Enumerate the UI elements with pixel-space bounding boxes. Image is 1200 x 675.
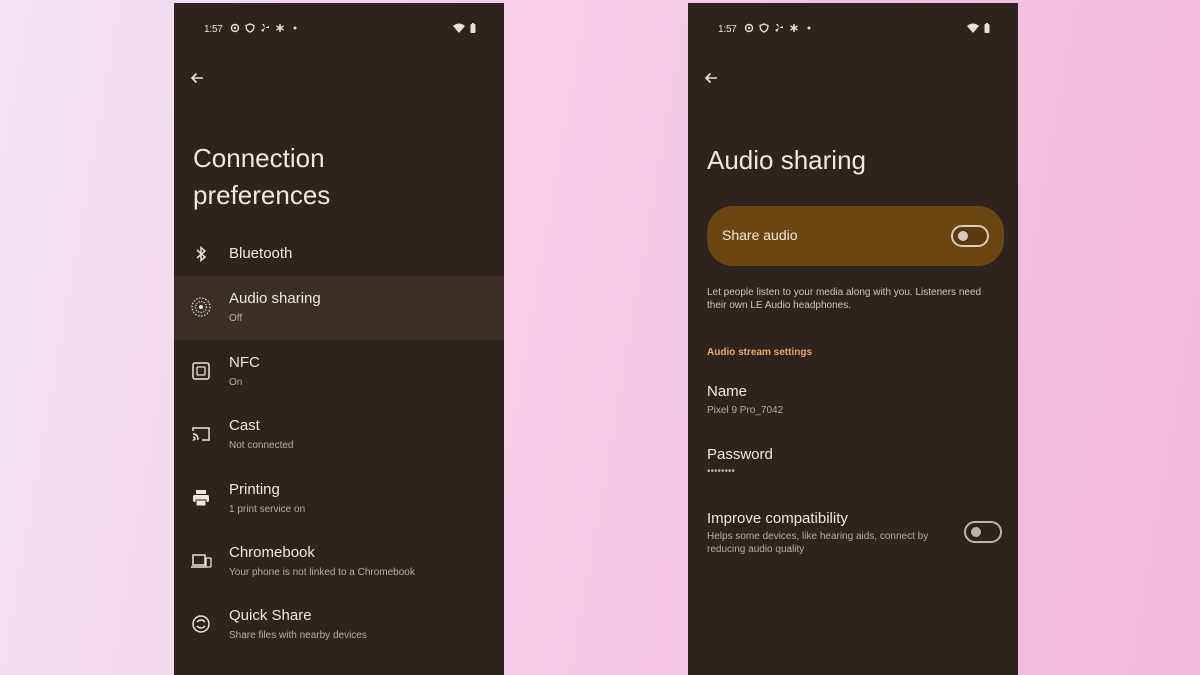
- share-audio-toggle[interactable]: [951, 225, 989, 247]
- status-bar: 1:57: [718, 23, 990, 39]
- stream-name-label: Name: [707, 383, 748, 400]
- settings-status-icon: [744, 23, 754, 33]
- status-time: 1:57: [718, 24, 737, 35]
- page-title: Connection preferences: [193, 140, 330, 214]
- settings-item-quick-share[interactable]: Quick Share Share files with nearby devi…: [174, 593, 504, 657]
- settings-item-summary: Not connected: [229, 440, 294, 451]
- improve-compatibility-summary: Helps some devices, like hearing aids, c…: [707, 531, 929, 555]
- stream-password-value: ••••••••: [707, 466, 736, 477]
- share-audio-label: Share audio: [722, 227, 798, 243]
- shield-status-icon: [759, 23, 769, 33]
- page-title-line1: Connection: [193, 143, 325, 173]
- system-status-icons: [967, 23, 990, 33]
- dot-status-icon: [293, 26, 297, 30]
- back-arrow-icon: [190, 72, 203, 84]
- settings-item-nfc[interactable]: NFC On: [174, 340, 504, 404]
- printer-icon: [190, 487, 212, 509]
- settings-item-label: Quick Share: [229, 607, 312, 624]
- battery-icon: [984, 23, 990, 33]
- share-audio-card[interactable]: Share audio: [707, 206, 1004, 266]
- settings-item-audio-sharing[interactable]: Audio sharing Off: [174, 276, 504, 340]
- settings-item-summary: Your phone is not linked to a Chromebook: [229, 567, 415, 578]
- settings-item-label: Bluetooth: [229, 245, 293, 262]
- settings-item-summary: 1 print service on: [229, 504, 306, 515]
- improve-compatibility-toggle[interactable]: [964, 521, 1002, 543]
- page-title: Audio sharing: [707, 145, 866, 175]
- settings-item-label: Chromebook: [229, 544, 315, 561]
- cast-icon: [190, 423, 212, 445]
- improve-compatibility-label: Improve compatibility: [707, 510, 848, 527]
- back-button[interactable]: [702, 69, 722, 89]
- wifi-icon: [967, 23, 979, 33]
- notification-icons: [744, 23, 814, 33]
- page-title-line2: preferences: [193, 180, 331, 210]
- settings-item-cast[interactable]: Cast Not connected: [174, 403, 504, 467]
- dot-status-icon: [807, 26, 811, 30]
- toggle-knob: [971, 527, 981, 537]
- stream-name-value: Pixel 9 Pro_7042: [707, 405, 784, 416]
- connection-preferences-screen: 1:57 Connection preferences Bluetooth Au…: [174, 3, 504, 675]
- audio-sharing-icon: [190, 296, 212, 318]
- settings-item-label: Cast: [229, 417, 260, 434]
- settings-item-summary: Off: [229, 313, 243, 324]
- battery-icon: [470, 23, 476, 33]
- asterisk-status-icon: [790, 24, 798, 32]
- shield-status-icon: [245, 23, 255, 33]
- fan-status-icon: [775, 24, 783, 32]
- back-button[interactable]: [188, 69, 208, 89]
- settings-item-summary: On: [229, 377, 243, 388]
- back-arrow-icon: [704, 72, 717, 84]
- settings-status-icon: [230, 23, 240, 33]
- status-bar: 1:57: [204, 23, 476, 39]
- settings-item-label: Audio sharing: [229, 290, 321, 307]
- toggle-knob: [958, 231, 968, 241]
- settings-item-label: NFC: [229, 354, 260, 371]
- audio-sharing-description: Let people listen to your media along wi…: [707, 287, 982, 311]
- asterisk-status-icon: [276, 24, 284, 32]
- wifi-icon: [453, 23, 465, 33]
- chromebook-icon: [190, 550, 212, 572]
- fan-status-icon: [261, 24, 269, 32]
- settings-item-chromebook[interactable]: Chromebook Your phone is not linked to a…: [174, 530, 504, 594]
- settings-item-printing[interactable]: Printing 1 print service on: [174, 467, 504, 531]
- section-header: Audio stream settings: [707, 347, 813, 358]
- system-status-icons: [453, 23, 476, 33]
- bluetooth-icon: [190, 243, 212, 265]
- settings-item-summary: Share files with nearby devices: [229, 630, 367, 641]
- quick-share-icon: [190, 613, 212, 635]
- status-time: 1:57: [204, 24, 223, 35]
- audio-sharing-screen: 1:57 Audio sharing Share audio Let peopl…: [688, 3, 1018, 675]
- nfc-icon: [190, 360, 212, 382]
- stream-password-label: Password: [707, 446, 773, 463]
- notification-icons: [230, 23, 300, 33]
- settings-item-label: Printing: [229, 481, 280, 498]
